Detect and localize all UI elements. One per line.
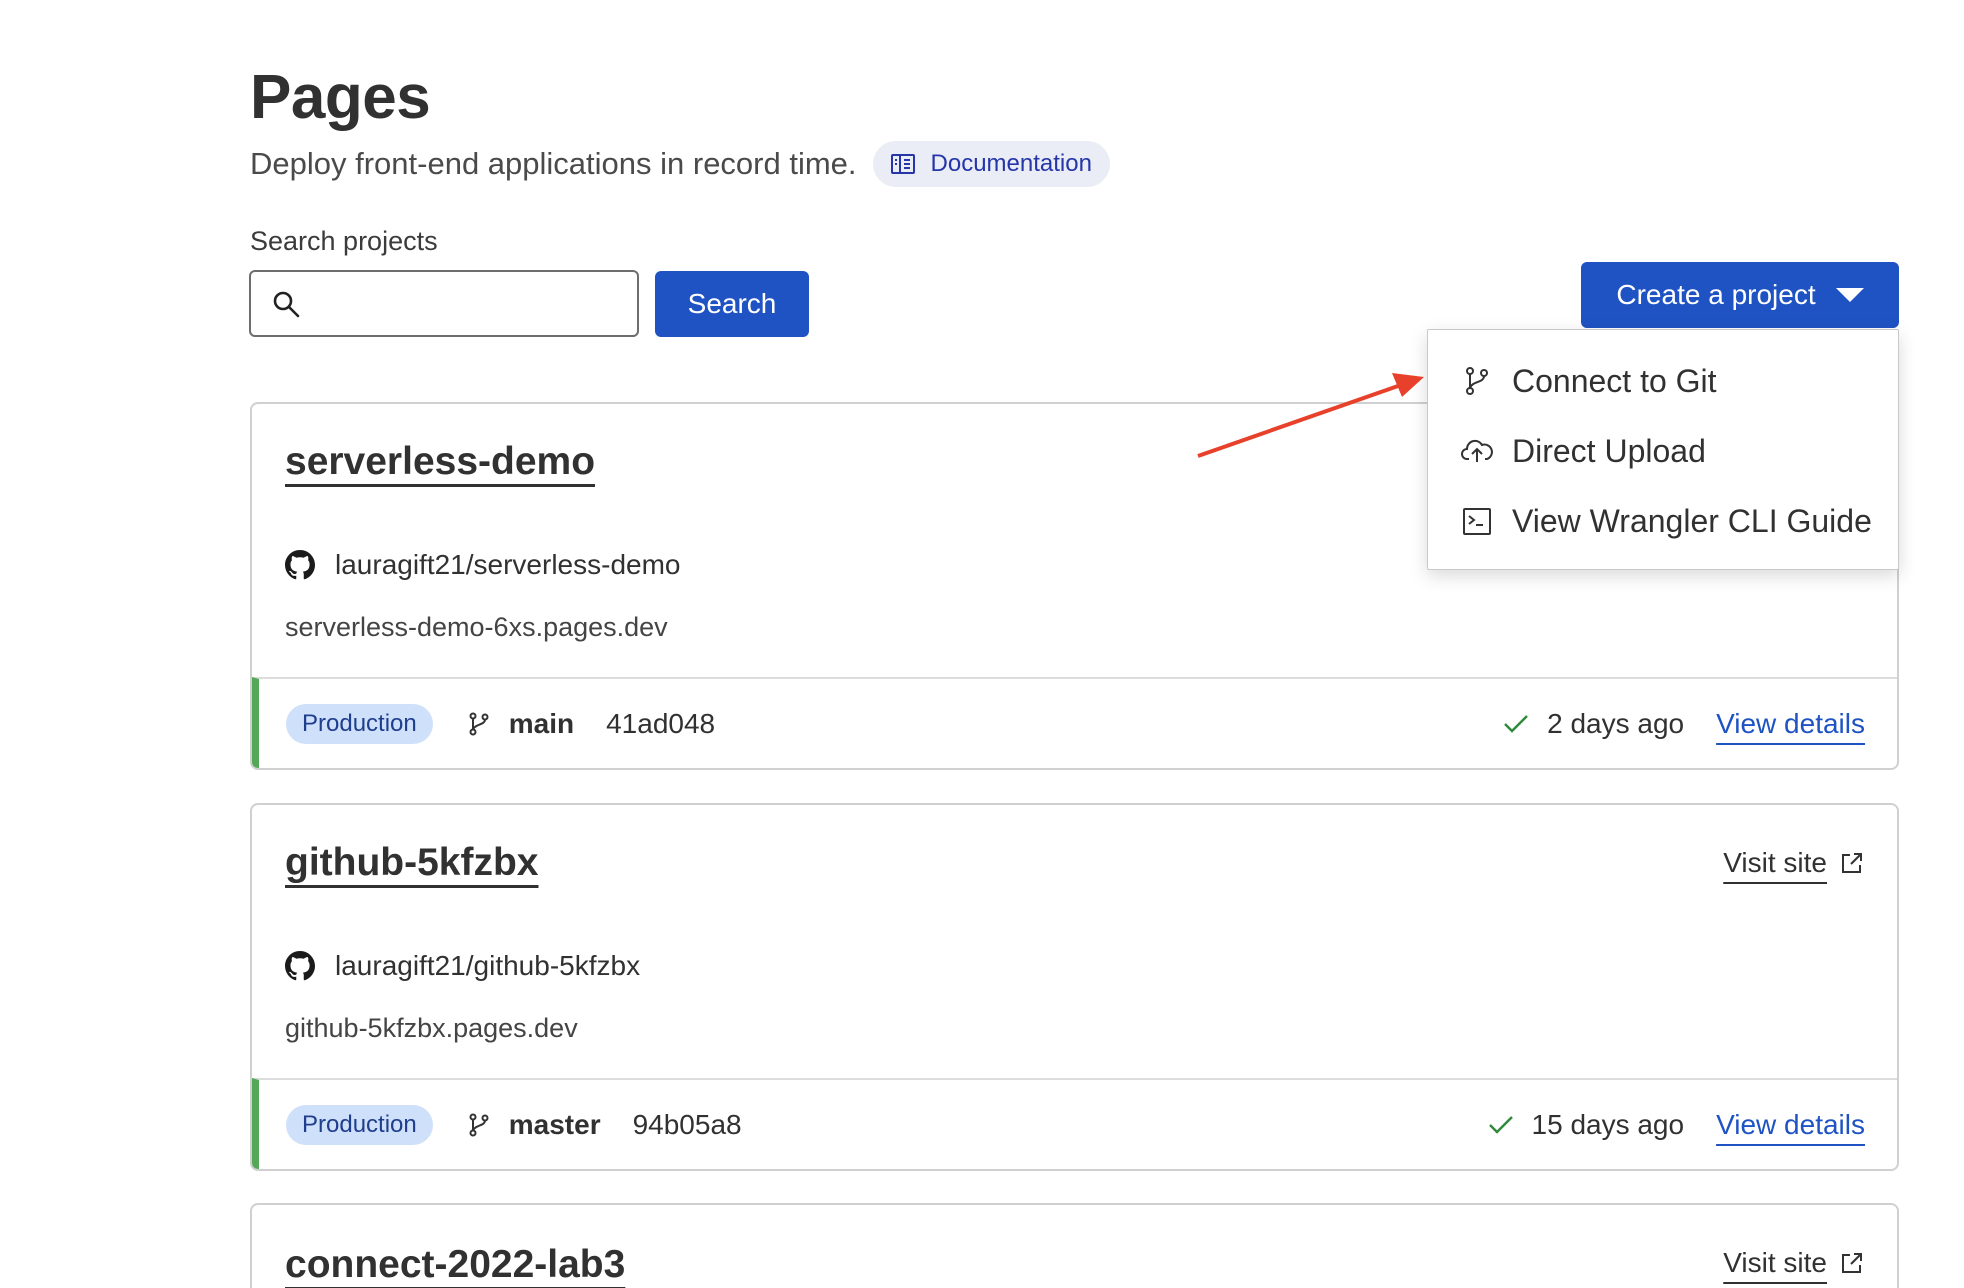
page-subtitle: Deploy front-end applications in record … [250, 146, 857, 181]
menu-item-direct-upload[interactable]: Direct Upload [1428, 416, 1898, 486]
terminal-icon [1463, 508, 1491, 535]
create-project-menu: Connect to Git Direct Upload View Wrangl… [1427, 329, 1899, 570]
github-icon [285, 550, 315, 580]
deployment-status: 2 days ago View details [1501, 708, 1865, 740]
deployed-time: 15 days ago [1531, 1108, 1685, 1140]
check-icon [1504, 714, 1528, 733]
deployment-footer: Production main 41ad048 2 days ago View … [252, 677, 1897, 768]
git-branch-icon [469, 1113, 489, 1136]
external-link-icon [1842, 853, 1862, 873]
external-link-icon [1842, 1253, 1862, 1273]
visit-site-link[interactable]: Visit site [1723, 1247, 1865, 1279]
visit-site-label: Visit site [1723, 847, 1827, 878]
cloud-upload-icon [1461, 439, 1493, 462]
visit-site-link[interactable]: Visit site [1723, 847, 1865, 879]
view-details-link[interactable]: View details [1716, 708, 1865, 740]
search-icon [273, 291, 300, 317]
search-button[interactable]: Search [655, 271, 809, 337]
pages-dashboard: Pages Deploy front-end applications in r… [0, 0, 1964, 1288]
documentation-link[interactable]: Documentation [872, 141, 1110, 187]
git-branch-icon [469, 712, 489, 735]
caret-down-icon [1835, 288, 1864, 302]
git-branch-icon [1466, 367, 1488, 395]
visit-site-label: Visit site [1723, 1247, 1827, 1278]
branch-name: master [508, 1108, 601, 1140]
environment-badge: Production [286, 1104, 433, 1145]
search-input-container[interactable] [249, 270, 639, 337]
menu-item-connect-to-git[interactable]: Connect to Git [1428, 346, 1898, 416]
project-name-link[interactable]: serverless-demo [285, 440, 595, 484]
create-project-button[interactable]: Create a project [1581, 262, 1899, 328]
search-input[interactable] [315, 289, 615, 318]
github-icon [285, 951, 315, 981]
menu-item-wrangler-cli-guide[interactable]: View Wrangler CLI Guide [1428, 486, 1898, 556]
commit-hash: 94b05a8 [632, 1108, 742, 1140]
branch-name: main [508, 707, 575, 739]
book-icon [890, 154, 915, 174]
project-domain: github-5kfzbx.pages.dev [285, 1013, 578, 1043]
repo-row: lauragift21/serverless-demo [285, 549, 681, 581]
search-label: Search projects [250, 226, 438, 256]
menu-item-label: Connect to Git [1512, 362, 1717, 399]
menu-item-label: Direct Upload [1512, 432, 1706, 469]
environment-badge: Production [286, 703, 433, 744]
project-name-link[interactable]: connect-2022-lab3 [285, 1243, 625, 1287]
repo-name: lauragift21/serverless-demo [335, 549, 681, 580]
deployment-footer: Production master 94b05a8 15 days ago Vi… [252, 1078, 1897, 1169]
check-icon [1488, 1115, 1513, 1134]
page-title: Pages [250, 63, 431, 132]
create-project-label: Create a project [1616, 279, 1816, 310]
project-card: connect-2022-lab3 Visit site [250, 1203, 1899, 1288]
menu-item-label: View Wrangler CLI Guide [1512, 502, 1872, 539]
commit-hash: 41ad048 [606, 707, 716, 739]
repo-name: lauragift21/github-5kfzbx [335, 950, 641, 981]
project-name-link[interactable]: github-5kfzbx [285, 841, 538, 885]
documentation-link-label: Documentation [930, 150, 1092, 177]
repo-row: lauragift21/github-5kfzbx [285, 950, 640, 982]
project-domain: serverless-demo-6xs.pages.dev [285, 612, 668, 642]
view-details-link[interactable]: View details [1716, 1109, 1865, 1141]
subtitle-row: Deploy front-end applications in record … [250, 141, 1110, 187]
deployed-time: 2 days ago [1547, 707, 1685, 739]
deployment-status: 15 days ago View details [1486, 1109, 1865, 1141]
project-card: github-5kfzbx Visit site lauragift21/git… [250, 803, 1899, 1171]
